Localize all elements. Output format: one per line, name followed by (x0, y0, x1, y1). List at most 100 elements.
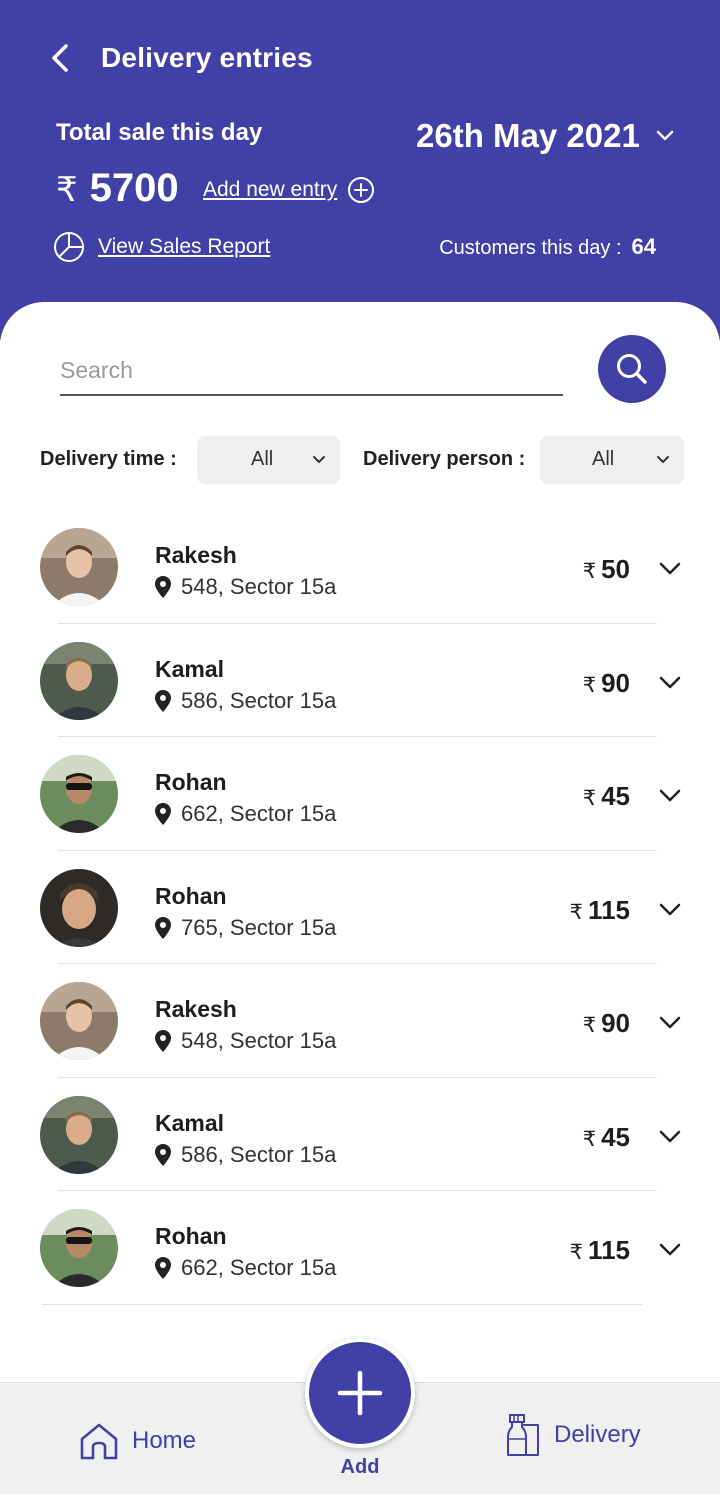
address-text: 765, Sector 15a (181, 914, 337, 940)
pie-chart-icon (54, 232, 84, 262)
rupee-symbol: ₹ (582, 1127, 597, 1151)
customer-avatar (40, 755, 118, 833)
search-input[interactable] (60, 350, 563, 390)
add-new-entry-link[interactable]: Add new entry (203, 176, 375, 204)
customer-address: 586, Sector 15a (155, 1142, 336, 1168)
add-fab-button[interactable] (305, 1338, 415, 1448)
plus-circle-icon (348, 177, 375, 203)
customer-name: Kamal (155, 655, 225, 682)
search-field[interactable] (60, 350, 563, 396)
delivery-entry-row[interactable]: Rohan 662, Sector 15a ₹ 45 (0, 737, 720, 851)
location-pin-icon (155, 1257, 171, 1279)
row-divider (42, 1303, 642, 1305)
customer-avatar (40, 1095, 118, 1174)
delivery-entry-list: Rakesh 548, Sector 15a ₹ 50 Kamal 586, S… (0, 510, 720, 1305)
milk-bottle-icon (507, 1414, 539, 1456)
rupee-symbol: ₹ (582, 560, 597, 583)
chevron-down-icon[interactable] (658, 1126, 682, 1146)
nav-home[interactable]: Home (78, 1421, 196, 1461)
amount-value: 90 (601, 1008, 630, 1038)
address-text: 586, Sector 15a (181, 687, 337, 713)
customer-address: 548, Sector 15a (155, 1028, 336, 1054)
customer-avatar (40, 528, 118, 606)
delivery-entry-row[interactable]: Rohan 662, Sector 15a ₹ 115 (0, 1191, 720, 1305)
nav-delivery[interactable]: Delivery (504, 1413, 641, 1457)
delivery-entry-row[interactable]: Rakesh 548, Sector 15a ₹ 90 (0, 964, 720, 1078)
customer-avatar (40, 641, 118, 720)
customer-name: Rohan (155, 1223, 227, 1249)
delivery-entry-row[interactable]: Kamal 586, Sector 15a ₹ 45 (0, 1078, 720, 1191)
address-text: 662, Sector 15a (181, 801, 337, 826)
total-sale-label: Total sale this day (56, 119, 263, 146)
chevron-down-icon[interactable] (658, 1239, 682, 1259)
delivery-time-select[interactable]: All (197, 436, 340, 484)
amount-value: 45 (601, 781, 630, 811)
entry-amount: ₹ 45 (583, 1122, 630, 1153)
entry-amount: ₹ 45 (583, 781, 630, 812)
location-pin-icon (155, 576, 171, 598)
back-arrow-icon[interactable] (46, 40, 78, 76)
customer-address: 586, Sector 15a (155, 688, 336, 714)
amount-value: 50 (601, 554, 630, 584)
plus-icon (337, 1370, 383, 1416)
chevron-down-icon[interactable] (658, 899, 682, 919)
customer-name: Rohan (155, 882, 227, 909)
location-pin-icon (155, 689, 171, 712)
amount-value: 115 (588, 894, 630, 925)
chevron-down-icon[interactable] (658, 785, 682, 805)
delivery-person-value: All (592, 448, 615, 470)
delivery-time-value: All (251, 448, 274, 470)
delivery-entry-row[interactable]: Kamal 586, Sector 15a ₹ 90 (0, 624, 720, 737)
amount-value: 90 (601, 667, 630, 698)
search-icon (617, 354, 647, 384)
customer-name: Rakesh (155, 542, 237, 568)
entry-amount: ₹ 50 (583, 554, 630, 585)
add-new-entry-label: Add new entry (203, 178, 338, 201)
delivery-person-label: Delivery person : (363, 448, 526, 470)
customer-name: Rohan (155, 769, 227, 795)
view-sales-report-link[interactable]: View Sales Report (52, 230, 270, 264)
chevron-down-icon (656, 130, 674, 141)
entry-amount: ₹ 115 (570, 1235, 630, 1266)
customers-this-day: Customers this day : 64 (439, 234, 656, 260)
total-sale: ₹ 5700 (56, 166, 179, 211)
delivery-time-label: Delivery time : (40, 448, 177, 470)
nav-home-label: Home (132, 1427, 197, 1454)
delivery-entry-row[interactable]: Rakesh 548, Sector 15a ₹ 50 (0, 510, 720, 624)
header-bar: Delivery entries Total sale this day 26t… (0, 0, 720, 340)
address-text: 586, Sector 15a (181, 1141, 337, 1167)
rupee-symbol: ₹ (569, 900, 584, 924)
view-sales-report-label: View Sales Report (98, 235, 271, 258)
customer-avatar (40, 868, 118, 947)
chevron-down-icon[interactable] (658, 558, 682, 578)
chevron-down-icon[interactable] (658, 1012, 682, 1032)
chevron-down-icon (313, 456, 325, 463)
customer-name: Rakesh (155, 996, 237, 1022)
date-selector[interactable]: 26th May 2021 (416, 116, 676, 156)
customer-name: Kamal (155, 1109, 225, 1136)
customer-address: 765, Sector 15a (155, 915, 336, 941)
customers-label: Customers this day : (439, 237, 622, 259)
amount-value: 115 (588, 1235, 630, 1265)
chevron-down-icon (657, 456, 669, 463)
entry-amount: ₹ 90 (583, 1008, 630, 1039)
total-sale-value: 5700 (89, 166, 179, 210)
customer-address: 548, Sector 15a (155, 574, 336, 600)
search-button[interactable] (598, 335, 666, 403)
entry-amount: ₹ 90 (583, 668, 630, 699)
delivery-entry-row[interactable]: Rohan 765, Sector 15a ₹ 115 (0, 851, 720, 964)
customer-avatar (40, 982, 118, 1060)
chevron-down-icon[interactable] (658, 672, 682, 692)
location-pin-icon (155, 1030, 171, 1052)
location-pin-icon (155, 803, 171, 825)
location-pin-icon (155, 916, 171, 939)
customer-address: 662, Sector 15a (155, 801, 336, 827)
amount-value: 45 (601, 1121, 630, 1152)
address-text: 662, Sector 15a (181, 1255, 337, 1280)
delivery-person-select[interactable]: All (540, 436, 684, 484)
entry-amount: ₹ 115 (570, 895, 630, 926)
rupee-symbol: ₹ (582, 1014, 597, 1037)
nav-delivery-label: Delivery (554, 1421, 641, 1448)
home-icon (80, 1423, 118, 1460)
customer-avatar (40, 1209, 118, 1287)
